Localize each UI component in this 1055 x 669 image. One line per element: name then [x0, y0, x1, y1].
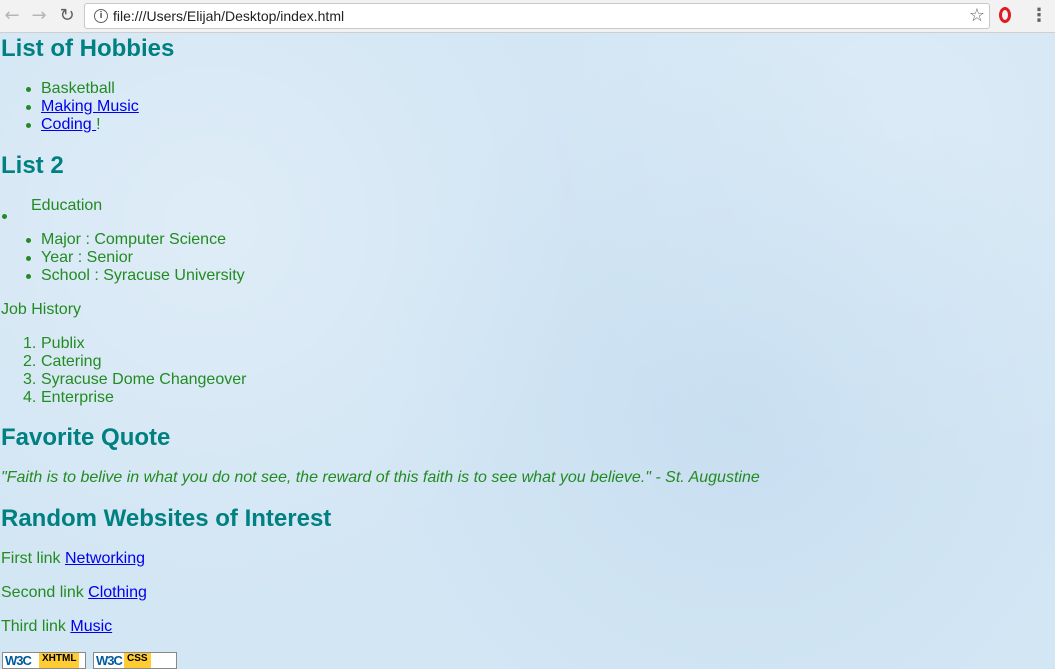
job-label: Enterprise: [41, 389, 114, 406]
page-content: List of Hobbies Basketball Making Music …: [0, 33, 1055, 669]
networking-link[interactable]: Networking: [65, 550, 145, 567]
hobby-item-basketball: Basketball: [26, 80, 115, 97]
arrow-right-icon[interactable]: →: [28, 5, 50, 27]
hobby-item-coding: Coding !: [26, 116, 101, 134]
url-text[interactable]: file:///Users/Elijah/Desktop/index.html: [113, 8, 344, 24]
opera-icon[interactable]: [999, 7, 1011, 23]
job-item: 2. Catering: [23, 353, 102, 370]
website-row-first: First link Networking: [1, 550, 145, 568]
coding-suffix: !: [96, 116, 101, 133]
making-music-link[interactable]: Making Music: [41, 98, 139, 115]
job-history-label: Job History: [1, 301, 82, 318]
job-item: 1. Publix: [23, 335, 85, 352]
education-bullet: [2, 214, 7, 219]
website-prefix: Second link: [1, 584, 89, 601]
info-icon[interactable]: i: [94, 9, 108, 23]
job-label: Catering: [41, 353, 102, 370]
kebab-menu-icon[interactable]: ⋮: [1030, 5, 1048, 27]
reload-icon[interactable]: ↻: [56, 5, 78, 27]
quote-text: "Faith is to belive in what you do not s…: [1, 469, 760, 486]
education-item-year: Year : Senior: [26, 249, 133, 266]
hobbies-heading: List of Hobbies: [1, 35, 175, 62]
badge-label: XHTML: [39, 653, 80, 668]
website-row-third: Third link Music: [1, 618, 112, 636]
clothing-link[interactable]: Clothing: [88, 584, 147, 601]
education-item-school: School : Syracuse University: [26, 267, 245, 284]
job-label: Syracuse Dome Changeover: [41, 371, 247, 388]
coding-link[interactable]: Coding: [41, 116, 96, 133]
address-bar[interactable]: i file:///Users/Elijah/Desktop/index.htm…: [84, 3, 990, 29]
job-item: 3. Syracuse Dome Changeover: [23, 371, 247, 388]
css-validator-badge[interactable]: W3C CSS: [93, 652, 177, 669]
w3c-logo: W3C: [5, 653, 32, 668]
website-prefix: First link: [1, 550, 65, 567]
education-item-major: Major : Computer Science: [26, 231, 226, 248]
star-icon[interactable]: ☆: [969, 5, 985, 26]
browser-toolbar: ← → ↻ i file:///Users/Elijah/Desktop/ind…: [0, 0, 1055, 33]
arrow-left-icon[interactable]: ←: [1, 5, 23, 27]
music-link[interactable]: Music: [70, 618, 112, 635]
list2-heading: List 2: [1, 152, 64, 179]
job-item: 4. Enterprise: [23, 389, 114, 406]
websites-heading: Random Websites of Interest: [1, 505, 332, 532]
education-label: Education: [31, 197, 103, 214]
w3c-logo: W3C: [96, 653, 123, 668]
job-label: Publix: [41, 335, 85, 352]
xhtml-validator-badge[interactable]: W3C XHTML: [2, 652, 86, 669]
hobby-item-making-music: Making Music: [26, 98, 139, 116]
website-prefix: Third link: [1, 618, 71, 635]
quote-heading: Favorite Quote: [1, 424, 171, 451]
website-row-second: Second link Clothing: [1, 584, 147, 602]
badge-label: CSS: [124, 653, 151, 668]
